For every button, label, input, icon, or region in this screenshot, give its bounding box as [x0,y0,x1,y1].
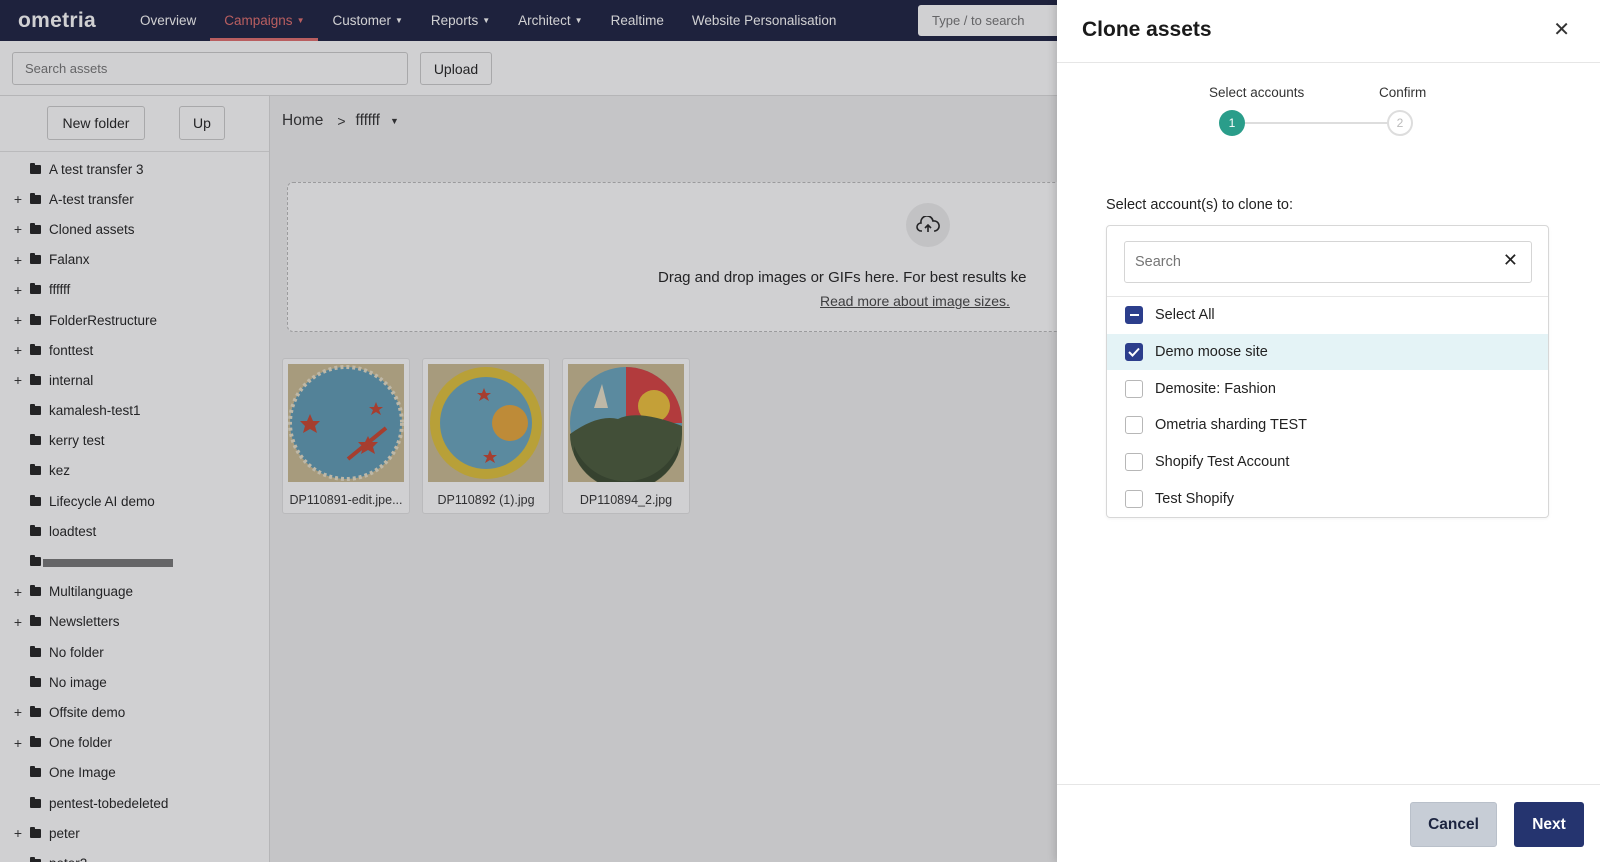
step-1-indicator: 1 [1219,110,1245,136]
checkbox[interactable] [1125,489,1143,508]
step-2-indicator: 2 [1387,110,1413,136]
account-option[interactable]: Demo moose site [1107,333,1548,371]
clone-assets-panel: Clone assets ✕ Select accounts Confirm 1… [1057,0,1600,862]
modal-backdrop[interactable] [0,0,1060,862]
app-root: ometria Overview Campaigns ▼ Customer ▼ Repor… [0,0,1600,862]
account-search-wrap: ✕ [1107,226,1548,297]
checkbox[interactable] [1125,416,1143,435]
account-selector: ✕ Select All Demo moose site Demosite: Fas… [1106,225,1549,518]
account-label: Ometria sharding TEST [1155,417,1308,434]
cancel-button[interactable]: Cancel [1410,802,1497,847]
step-label-select-accounts: Select accounts [1209,85,1305,100]
panel-header: Clone assets ✕ [1057,0,1600,63]
account-label: Test Shopify [1155,490,1234,507]
step-connector [1245,122,1389,124]
stepper: Select accounts Confirm 1 2 [1209,85,1459,136]
account-option[interactable]: Select All [1107,297,1548,334]
account-option[interactable]: Ometria sharding TEST [1107,407,1548,444]
account-option[interactable]: Test Shopify [1107,480,1548,517]
account-label: Demosite: Fashion [1155,380,1276,397]
minus-icon [1129,314,1139,317]
checkbox[interactable] [1125,379,1143,398]
panel-footer: Cancel Next [1057,784,1600,862]
indeterminate-checkbox[interactable] [1125,306,1143,325]
checked-checkbox[interactable] [1125,343,1143,362]
account-option[interactable]: Shopify Test Account [1107,444,1548,481]
close-icon[interactable]: ✕ [1553,20,1570,40]
panel-title: Clone assets [1082,18,1212,41]
account-label: Select All [1155,307,1215,324]
account-label: Demo moose site [1155,344,1268,361]
next-button[interactable]: Next [1514,802,1584,847]
step-label-confirm: Confirm [1379,85,1427,100]
checkbox[interactable] [1125,453,1143,472]
account-option[interactable]: Demosite: Fashion [1107,370,1548,407]
clear-search-icon[interactable]: ✕ [1503,251,1518,269]
account-label: Shopify Test Account [1155,454,1290,471]
account-list: Select All Demo moose site Demosite: Fashi… [1107,297,1548,517]
check-icon [1128,347,1140,357]
select-accounts-label: Select account(s) to clone to: [1106,197,1293,213]
account-search-input[interactable] [1124,241,1532,283]
